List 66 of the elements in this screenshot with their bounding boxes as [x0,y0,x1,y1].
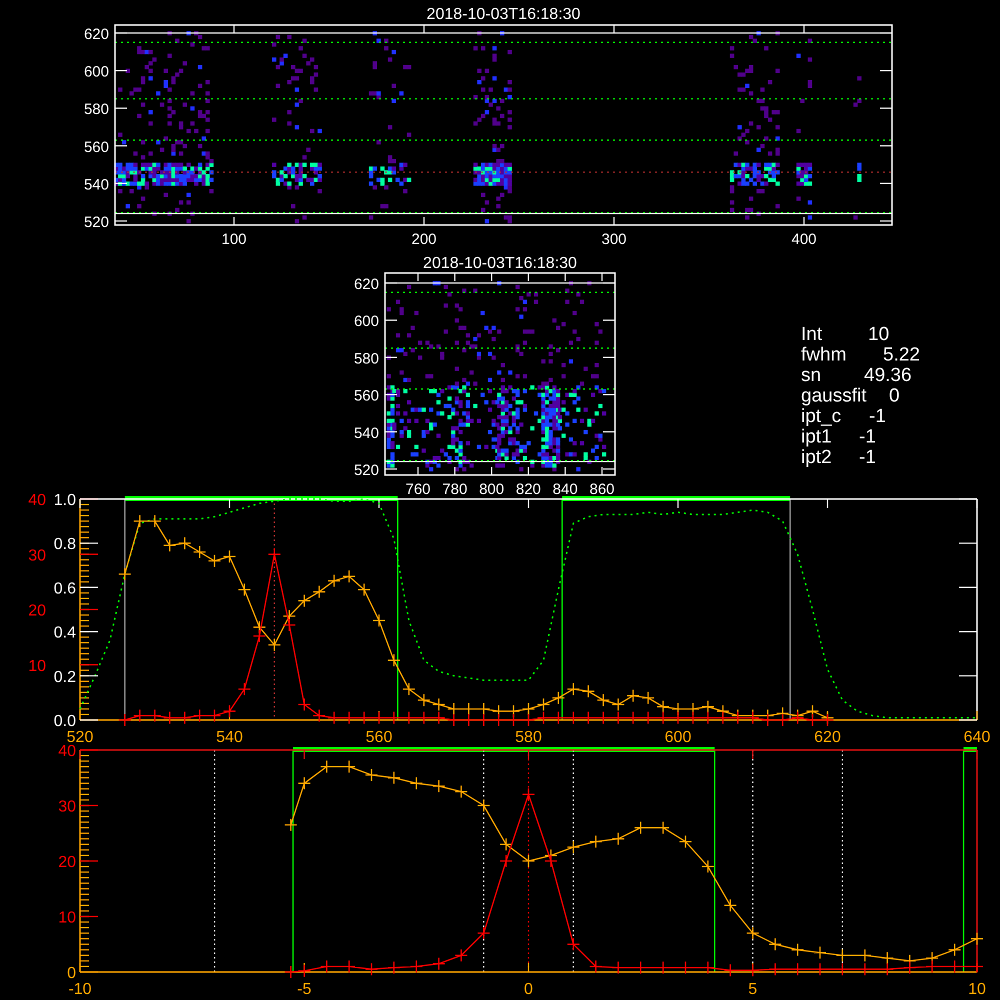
tick-label: -5 [297,981,312,998]
tick-label: 200 [411,231,437,248]
tick-label: -10 [68,981,92,998]
range-bar [964,747,977,752]
tick-label: 540 [216,729,243,746]
axis-label: 0.8 [54,536,76,554]
tick-label: 520 [354,462,379,479]
tick-label: 640 [964,729,990,746]
info-label: Int [801,324,822,345]
tick-label: 400 [791,231,817,248]
tick-label: 580 [515,729,542,746]
tick-label: 820 [516,481,541,498]
tick-label: 600 [664,729,692,746]
info-value: 0 [889,386,900,406]
info-label: ipt_c [801,406,842,427]
tick-label: 10 [58,910,76,926]
tick-label: 620 [354,276,379,293]
tick-label: 780 [442,481,468,498]
tick-label: 520 [66,729,94,746]
tick-label: 540 [354,424,379,442]
tick-label: 40 [58,743,76,760]
tick-label: 10 [28,658,46,675]
info-value: 49.36 [864,365,912,386]
tick-label: 20 [28,602,46,620]
tick-label: 300 [601,231,627,248]
tick-label: 620 [84,26,109,43]
tick-label: 840 [552,481,578,498]
plot-title: 2018-10-03T16:18:30 [426,6,580,23]
tick-label: 560 [366,729,392,746]
axis-label: 0.2 [54,668,76,686]
tick-label: 760 [405,481,431,498]
axis-label: 0.4 [54,624,76,642]
info-value: -1 [869,406,886,427]
info-value: 10 [868,324,890,345]
tick-label: 860 [589,481,615,498]
info-label: sn [801,365,822,386]
axis-label: 0.6 [54,580,76,598]
tick-label: 600 [354,313,379,330]
info-value: 5.22 [883,344,920,366]
plot-title: 2018-10-03T16:18:30 [423,255,577,272]
tick-label: 5 [748,981,758,998]
tick-label: 580 [354,350,379,368]
info-value: -1 [859,447,876,468]
axis-label: 0.0 [54,713,76,730]
tick-label: 40 [28,492,46,509]
tick-label: 540 [84,176,109,194]
info-label: fwhm [801,344,846,366]
info-value: -1 [859,426,876,448]
tick-label: 0 [67,965,76,982]
tick-label: 580 [84,101,109,118]
tick-label: 600 [84,64,109,81]
tick-label: 30 [28,547,46,564]
info-label: ipt2 [801,447,832,468]
axis-label: 1.0 [54,492,76,509]
info-label: ipt1 [801,426,832,448]
tick-label: 620 [814,729,841,746]
info-label: gaussfit [801,386,866,406]
tick-label: 100 [221,231,247,248]
tick-label: 560 [354,388,379,405]
tick-label: 0 [524,981,533,998]
tick-label: 800 [479,481,504,498]
tick-label: 560 [84,138,109,156]
tick-label: 520 [84,214,109,231]
tick-label: 20 [58,854,76,871]
tick-label: 30 [58,798,76,816]
tick-label: 10 [968,981,986,998]
